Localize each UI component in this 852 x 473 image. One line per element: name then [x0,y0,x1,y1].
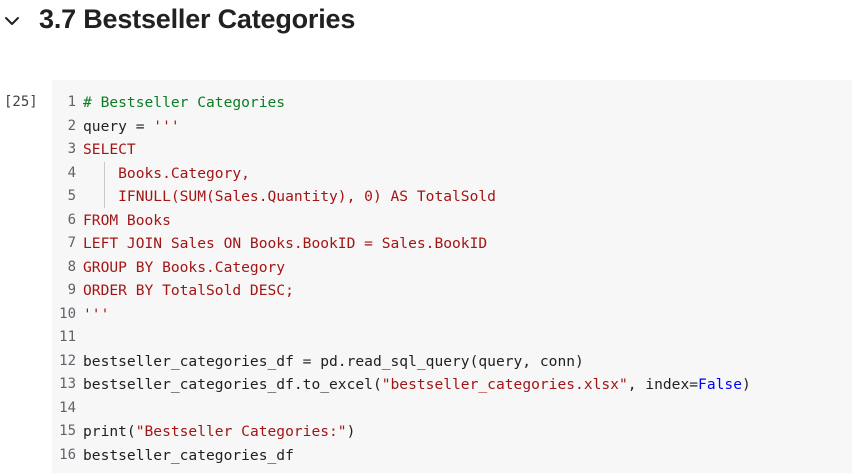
code-text: ''' [83,303,109,326]
code-token: GROUP BY Books.Category [83,258,286,276]
code-line[interactable]: 7 LEFT JOIN Sales ON Books.BookID = Sales… [52,232,852,255]
code-token: query = [83,117,154,135]
line-number: 7 [67,235,76,251]
code-line[interactable]: 10 ''' [52,303,852,326]
line-number: 8 [67,258,76,275]
line-number: 9 [67,282,76,298]
code-token: LEFT JOIN Sales ON Books.BookID = Sales.… [83,235,488,252]
line-number: 16 [59,446,76,463]
code-line[interactable]: 3 SELECT [52,138,852,161]
code-text: GROUP BY Books.Category [83,256,285,279]
code-text: ORDER BY TotalSold DESC; [83,279,294,302]
code-text: print("Bestseller Categories:") [83,420,355,443]
line-number: 6 [67,211,76,228]
line-number: 11 [59,329,76,345]
code-line[interactable]: 8 GROUP BY Books.Category [52,256,852,279]
line-number: 10 [59,305,76,322]
code-line[interactable]: 13 bestseller_categories_df.to_excel("bes… [52,373,852,396]
code-text: bestseller_categories_df = pd.read_sql_q… [83,350,584,373]
code-token: bestseller_categories_df = pd.read_sql_q… [83,352,584,370]
execution-count: [25] [4,94,38,110]
code-text: SELECT [83,138,136,161]
section-title: 3.7 Bestseller Categories [39,4,356,34]
code-token: , index= [627,376,699,393]
code-line[interactable]: 4 Books.Category, [52,161,852,185]
line-number: 3 [67,141,76,157]
chevron-down-icon[interactable] [2,11,22,31]
line-number: 12 [59,352,76,369]
code-token: bestseller_categories_df.to_excel( [83,376,382,393]
line-number: 13 [59,376,76,392]
code-token: ) [741,376,751,393]
line-number: 4 [67,164,76,181]
code-text: LEFT JOIN Sales ON Books.BookID = Sales.… [83,232,487,255]
code-cell: [25] 1 # Bestseller Categories 2 query = ''… [0,80,852,473]
code-line[interactable]: 9 ORDER BY TotalSold DESC; [52,279,852,302]
code-token: SELECT [83,141,136,158]
code-token: Books.Category, [83,164,250,182]
code-line[interactable]: 14 [52,397,852,420]
code-line[interactable]: 6 FROM Books [52,209,852,232]
code-token: IFNULL(SUM(Sales.Quantity), 0) AS TotalS… [83,188,496,205]
code-line[interactable]: 16 bestseller_categories_df [52,444,852,467]
line-number: 2 [67,117,76,134]
line-number: 1 [67,94,76,110]
code-token: print( [83,423,136,440]
code-text: query = ''' [83,115,180,138]
code-token: ''' [153,117,180,135]
code-token: bestseller_categories_df [83,446,294,464]
code-text: # Bestseller Categories [83,91,285,114]
code-line[interactable]: 15 print("Bestseller Categories:") [52,420,852,443]
section-heading: 3.7 Bestseller Categories [0,0,852,46]
code-token: ''' [83,305,110,323]
code-editor[interactable]: 1 # Bestseller Categories 2 query = ''' 3 SEL… [52,80,852,473]
code-token: "Bestseller Categories:" [135,423,347,440]
code-line[interactable]: 5 IFNULL(SUM(Sales.Quantity), 0) AS Tota… [52,185,852,208]
line-number: 14 [59,399,76,416]
code-line[interactable]: 11 [52,326,852,349]
line-number: 5 [67,188,76,204]
line-number: 15 [59,423,76,439]
code-token: False [698,376,742,393]
code-line[interactable]: 2 query = ''' [52,115,852,138]
code-token: # Bestseller Categories [83,94,286,111]
code-line[interactable]: 1 # Bestseller Categories [52,91,852,114]
code-text: bestseller_categories_df.to_excel("bests… [83,373,751,396]
code-token: "bestseller_categories.xlsx" [381,376,628,393]
code-token: FROM Books [83,211,171,229]
code-token: ) [346,423,356,440]
code-text: IFNULL(SUM(Sales.Quantity), 0) AS TotalS… [83,185,496,208]
code-token: ORDER BY TotalSold DESC; [83,282,294,299]
code-text: bestseller_categories_df [83,444,294,467]
code-text: Books.Category, [83,162,250,185]
code-line[interactable]: 12 bestseller_categories_df = pd.read_sql… [52,350,852,373]
code-text: FROM Books [83,209,171,232]
